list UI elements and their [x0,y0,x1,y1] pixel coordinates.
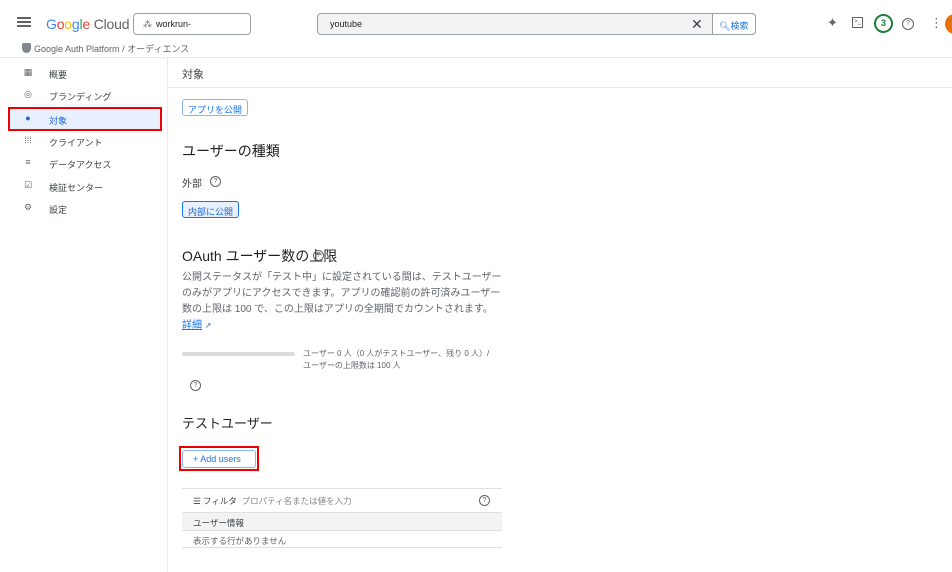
gemini-icon[interactable]: ✦ [827,15,838,31]
sidebar-item-label: 設定 [49,205,68,215]
add-users-button[interactable]: + Add users [182,450,256,468]
divider [0,57,952,58]
empty-row: 表示する行がありません [182,530,502,548]
sidebar-item-label: データアクセス [49,160,112,170]
breadcrumb: Google Auth Platform / オーディエンス [22,42,189,55]
search-button-label: 検索 [730,21,749,31]
gear-icon: ⚙ [23,202,33,212]
sidebar-item-label: クライアント [49,138,103,148]
search-button[interactable]: 🔍︎検索 [712,13,756,35]
clear-icon[interactable]: ✕ [691,16,703,33]
breadcrumb-separator: / [122,44,125,54]
test-users-heading: テストユーザー [182,416,273,431]
dashboard-icon: ▦ [23,67,33,77]
help-icon[interactable]: ? [902,18,914,30]
publish-app-button[interactable]: アプリを公開 [182,99,249,116]
grid-icon: ⁞⁞⁞ [24,135,32,145]
search-icon: 🔍︎ [719,21,731,31]
help-icon[interactable]: ? [210,176,221,187]
sidebar-item-settings[interactable]: ⚙ 設定 [10,198,160,218]
sidebar-item-label: 概要 [49,70,68,80]
help-icon[interactable]: ? [190,380,201,391]
notifications-badge[interactable]: 3 [874,14,893,33]
breadcrumb-platform[interactable]: Google Auth Platform [34,44,120,54]
sidebar-item-label: 検証センター [49,183,104,193]
sidebar-item-data-access[interactable]: ≡ データアクセス [10,153,160,173]
data-settings-icon: ≡ [25,157,31,167]
project-icon: ⁂ [143,19,152,29]
project-name: workrun- [156,19,192,29]
sidebar-item-label: 対象 [49,116,68,126]
breadcrumb-page: オーディエンス [127,44,190,54]
account-circle-icon: ● [25,113,31,123]
filter-icon: ☰ [193,496,201,506]
sidebar-divider [167,58,168,572]
shield-icon [22,43,31,53]
filter-label: フィルタ [203,496,237,506]
cloud-shell-icon[interactable]: >_ [852,17,863,28]
sidebar-item-audience[interactable]: ● 対象 [8,107,162,131]
user-type-value: 外部 [182,179,202,190]
sidebar-item-clients[interactable]: ⁞⁞⁞ クライアント [10,131,160,151]
sidebar-item-label: ブランディング [49,92,112,102]
usage-text: ユーザー 0 人（0 人がテストユーザー、残り 0 人）/ ユーザーの上限数は … [303,349,490,370]
table-header: ユーザー情報 [182,512,502,530]
external-link-icon: ↗ [204,321,212,330]
divider [168,87,952,88]
sidebar-item-branding[interactable]: ◎ ブランディング [10,85,160,105]
filter-input[interactable]: プロパティ名または値を入力 [242,496,352,506]
menu-icon[interactable] [17,17,31,27]
help-icon[interactable]: ? [313,250,324,261]
user-limit-progress [182,352,295,356]
project-selector[interactable]: ⁂ workrun- [133,13,251,35]
page-title: 対象 [182,69,204,81]
filter-row[interactable]: ☰ フィルタ プロパティ名または値を入力 ? [182,488,502,512]
google-cloud-logo[interactable]: Google Cloud [46,16,129,32]
oauth-description-text: 公開ステータスが「テスト中」に設定されている間は、テストユーザーのみがアプリにア… [182,272,502,315]
search-value: youtube [330,19,363,29]
user-type-heading: ユーザーの種類 [182,143,280,159]
test-users-table: ☰ フィルタ プロパティ名または値を入力 ? ユーザー情報 表示する行がありませ… [182,488,502,548]
search-input[interactable]: youtube ✕ 🔍︎検索 [317,13,756,35]
sidebar-item-verification[interactable]: ☑ 検証センター [10,176,160,196]
make-internal-button[interactable]: 内部に公開 [182,201,240,218]
sidebar-item-overview[interactable]: ▦ 概要 [10,63,160,83]
palette-icon: ◎ [24,89,32,99]
oauth-description: 公開ステータスが「テスト中」に設定されている間は、テストユーザーのみがアプリにア… [182,270,504,334]
learn-more-link[interactable]: 詳細 [182,320,202,331]
more-icon[interactable]: ⋮ [930,15,943,31]
help-icon[interactable]: ? [479,495,490,506]
verify-icon: ☑ [23,180,33,190]
